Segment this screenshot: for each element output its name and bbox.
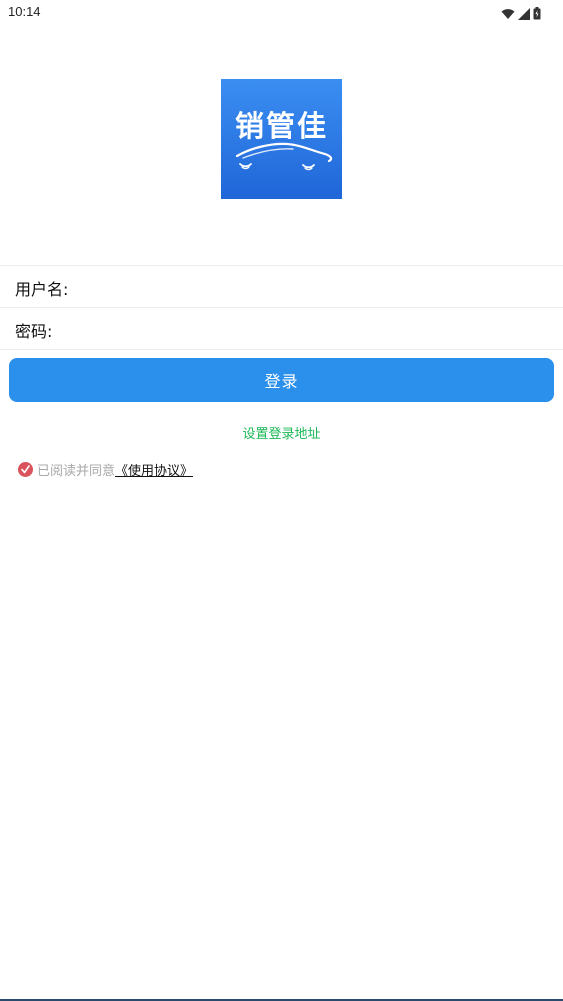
status-icons	[501, 5, 541, 24]
set-login-address-link[interactable]: 设置登录地址	[0, 423, 563, 442]
car-icon	[235, 142, 333, 171]
cell-signal-icon	[518, 5, 530, 24]
agreement-row: 已阅读并同意 《使用协议》	[18, 460, 193, 479]
username-row: 用户名:	[0, 265, 563, 307]
username-label: 用户名:	[15, 280, 69, 299]
terms-of-use-link[interactable]: 《使用协议》	[115, 460, 193, 479]
username-input[interactable]	[72, 272, 546, 302]
password-row: 密码:	[0, 307, 563, 350]
wifi-icon	[501, 5, 515, 24]
app-logo: 销管佳	[221, 79, 342, 199]
status-time: 10:14	[8, 4, 41, 19]
status-bar: 10:14	[0, 0, 563, 24]
password-input[interactable]	[72, 314, 546, 344]
checkbox-checked-icon[interactable]	[18, 462, 33, 477]
password-label: 密码:	[15, 322, 53, 341]
agreement-prefix: 已阅读并同意	[37, 464, 116, 479]
login-button[interactable]: 登录	[9, 358, 554, 402]
battery-icon	[533, 5, 541, 24]
